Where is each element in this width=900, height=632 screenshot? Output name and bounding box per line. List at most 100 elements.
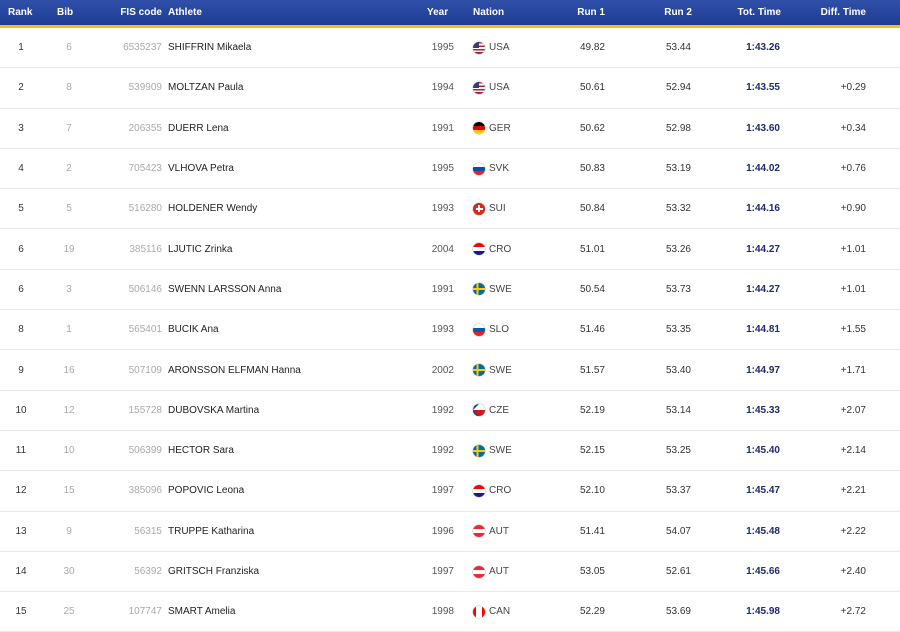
run1-cell: 50.62 [579,122,605,134]
total-time-cell: 1:43.55 [746,82,780,94]
table-row[interactable]: 6 19 385116 LJUTIC Zrinka 2004 CRO 51.01 53.26 1… [0,229,900,270]
athlete-name-link[interactable]: HECTOR Sara [168,445,234,456]
diff-time-cell: +1.01 [840,243,866,255]
diff-time-cell: +1.55 [840,324,866,336]
fis-code-cell: 56392 [134,566,162,577]
total-time-cell: 1:44.27 [746,283,780,295]
flag-icon [473,81,485,94]
run1-cell: 49.82 [579,42,605,54]
flag-icon [473,605,485,618]
col-rank-header[interactable]: Rank [8,7,32,18]
table-row[interactable]: 2 8 539909 MOLTZAN Paula 1994 USA 50.61 52.94 1:… [0,68,900,109]
table-row[interactable]: 3 7 206355 DUERR Lena 1991 GER 50.62 52.98 1:43.… [0,109,900,149]
nation-code: CRO [489,243,512,255]
bib-cell: 10 [63,445,75,457]
athlete-name-link[interactable]: GRITSCH Franziska [168,566,259,577]
athlete-name-link[interactable]: SWENN LARSSON Anna [168,284,281,295]
athlete-name-link[interactable]: MOLTZAN Paula [168,82,243,93]
run2-cell: 53.25 [665,445,691,457]
table-row[interactable]: 8 1 565401 BUCIK Ana 1993 SLO 51.46 53.35 1:44.8… [0,310,900,351]
nation-cell: CAN [473,605,510,618]
col-diff-time-header[interactable]: Diff. Time [800,7,866,18]
athlete-name-link[interactable]: DUERR Lena [168,123,229,134]
col-run1-header[interactable]: Run 1 [560,7,605,18]
run2-cell: 53.73 [665,283,691,295]
table-row[interactable]: 13 9 56315 TRUPPE Katharina 1996 AUT 51.41 54.0… [0,512,900,552]
run2-cell: 53.32 [665,203,691,215]
rank-cell: 6 [18,243,24,255]
run2-cell: 53.40 [665,364,691,376]
bib-cell: 12 [63,404,75,416]
table-row[interactable]: 14 30 56392 GRITSCH Franziska 1997 AUT 53.05 52… [0,552,900,593]
run2-cell: 53.69 [665,606,691,618]
athlete-name-link[interactable]: BUCIK Ana [168,324,219,335]
athlete-name-link[interactable]: SHIFFRIN Mikaela [168,42,251,53]
rank-cell: 14 [15,566,27,577]
total-time-cell: 1:44.81 [746,324,780,336]
run1-cell: 51.57 [579,364,605,376]
nation-code: USA [489,82,510,94]
run1-cell: 50.61 [579,82,605,94]
bib-cell: 9 [66,525,72,537]
col-run2-header[interactable]: Run 2 [646,7,692,18]
table-row[interactable]: 6 3 506146 SWENN LARSSON Anna 1991 SWE 50.54 53… [0,270,900,311]
diff-time-cell: +1.71 [840,364,866,376]
run2-cell: 54.07 [665,525,691,537]
fis-code-cell: 56315 [134,525,162,537]
table-row[interactable]: 15 25 107747 SMART Amelia 1998 CAN 52.29 53.69 1… [0,592,900,632]
col-bib-header[interactable]: Bib [57,7,87,18]
rank-cell: 3 [18,122,24,134]
nation-cell: CZE [473,404,509,417]
bib-cell: 1 [66,324,72,336]
year-cell: 2002 [431,364,454,376]
athlete-name-link[interactable]: POPOVIC Leona [168,485,244,496]
athlete-name-link[interactable]: DUBOVSKA Martina [168,405,259,416]
rank-cell: 1 [18,42,24,54]
total-time-cell: 1:44.97 [746,364,780,376]
bib-cell: 19 [63,243,75,255]
col-nation-header[interactable]: Nation [473,7,504,18]
results-table: Rank Bib FIS code Athlete Year Nation Ru… [0,0,900,632]
year-cell: 1993 [431,324,454,336]
table-row[interactable]: 12 15 385096 POPOVIC Leona 1997 CRO 52.10 53.37… [0,471,900,512]
rank-cell: 5 [18,203,24,215]
run1-cell: 51.46 [579,324,605,336]
rank-cell: 8 [18,324,24,336]
flag-icon [473,243,485,256]
col-athlete-header[interactable]: Athlete [168,7,202,18]
athlete-name-link[interactable]: SMART Amelia [168,606,235,617]
flag-icon [473,41,485,54]
fis-code-cell: 539909 [128,82,162,94]
run1-cell: 50.83 [579,163,605,175]
run1-cell: 52.19 [579,404,605,416]
athlete-name-link[interactable]: HOLDENER Wendy [168,203,257,214]
col-fis-code-header[interactable]: FIS code [110,7,162,18]
table-row[interactable]: 5 5 516280 HOLDENER Wendy 1993 SUI 50.84 53.32 1… [0,189,900,230]
nation-code: SLO [489,324,510,336]
nation-cell: AUT [473,525,509,538]
athlete-name-link[interactable]: LJUTIC Zrinka [168,244,232,255]
table-row[interactable]: 11 10 506399 HECTOR Sara 1992 SWE 52.15 53.25 1:… [0,431,900,472]
athlete-name-link[interactable]: ARONSSON ELFMAN Hanna [168,365,301,376]
table-row[interactable]: 9 16 507109 ARONSSON ELFMAN Hanna 2002 SWE 51.… [0,350,900,391]
year-cell: 1993 [431,203,454,215]
rank-cell: 15 [15,606,27,618]
diff-time-cell: +0.29 [840,82,866,94]
diff-time-cell: +0.90 [840,203,866,215]
col-year-header[interactable]: Year [427,7,461,18]
table-row[interactable]: 1 6 6535237 SHIFFRIN Mikaela 1995 USA 49.82 53.… [0,28,900,69]
rank-cell: 11 [15,445,27,457]
run2-cell: 52.98 [665,122,691,134]
rank-cell: 12 [15,485,27,497]
athlete-name-link[interactable]: TRUPPE Katharina [168,526,254,537]
table-row[interactable]: 10 12 155728 DUBOVSKA Martina 1992 CZE 52.19 53… [0,391,900,431]
nation-code: USA [489,42,510,54]
table-row[interactable]: 4 2 705423 VLHOVA Petra 1995 SVK 50.83 53.19 1:4… [0,149,900,190]
rank-cell: 10 [15,404,27,416]
athlete-name-link[interactable]: VLHOVA Petra [168,163,234,174]
col-total-time-header[interactable]: Tot. Time [729,7,781,18]
fis-code-cell: 107747 [128,606,162,618]
table-header: Rank Bib FIS code Athlete Year Nation Ru… [0,0,900,28]
bib-cell: 3 [66,283,72,295]
nation-cell: SVK [473,162,509,175]
